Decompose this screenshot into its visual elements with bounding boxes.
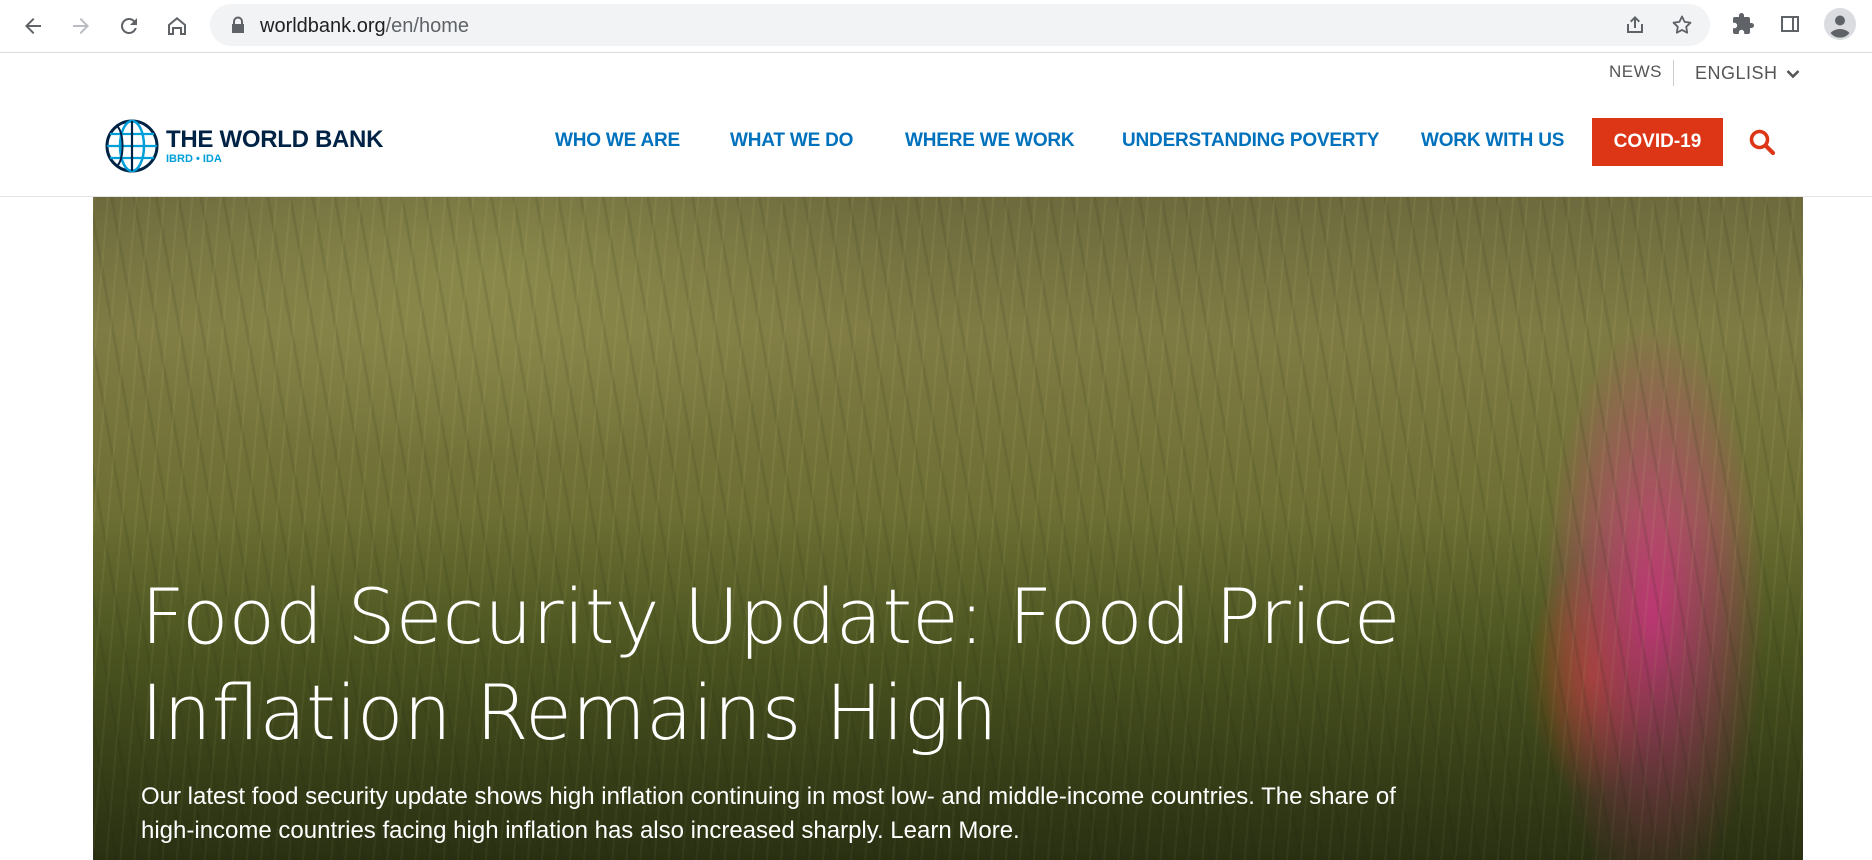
bookmark-star-icon[interactable] — [1670, 13, 1694, 37]
utility-bar: NEWS ENGLISH — [0, 52, 1872, 92]
reload-icon — [120, 17, 137, 34]
globe-logo-icon — [105, 119, 159, 173]
hero-title-line-1: Food Security Update: Food Price — [141, 572, 1401, 661]
hero-description: Our latest food security update shows hi… — [141, 780, 1521, 848]
hero-banner[interactable]: Food Security Update: Food Price Inflati… — [93, 197, 1803, 860]
hero-description-line-1: Our latest food security update shows hi… — [141, 783, 1396, 810]
home-icon — [168, 17, 186, 35]
reload-button[interactable] — [113, 10, 145, 42]
arrow-left-icon — [25, 18, 41, 34]
profile-avatar-icon[interactable] — [1824, 8, 1856, 40]
nav-where-we-work[interactable]: WHERE WE WORK — [905, 130, 1075, 152]
hero-description-line-2[interactable]: high-income countries facing high inflat… — [141, 814, 1521, 848]
nav-what-we-do[interactable]: WHAT WE DO — [730, 130, 853, 152]
browser-toolbar: worldbank.org/en/home — [0, 0, 1872, 53]
address-bar[interactable]: worldbank.org/en/home — [210, 4, 1710, 46]
language-selector[interactable]: ENGLISH — [1695, 63, 1800, 84]
url-path: /en/home — [385, 15, 470, 37]
url-text: worldbank.org/en/home — [260, 15, 469, 38]
forward-button[interactable] — [65, 10, 97, 42]
language-label: ENGLISH — [1695, 63, 1778, 83]
news-link[interactable]: NEWS — [1609, 62, 1662, 82]
utility-divider — [1673, 60, 1674, 86]
home-button[interactable] — [161, 10, 193, 42]
back-button[interactable] — [17, 10, 49, 42]
logo-title: THE WORLD BANK — [166, 125, 384, 153]
share-icon[interactable] — [1623, 13, 1647, 37]
covid-19-button[interactable]: COVID-19 — [1592, 118, 1723, 166]
extensions-puzzle-icon[interactable] — [1731, 12, 1755, 36]
lock-icon — [232, 16, 244, 33]
hero-title[interactable]: Food Security Update: Food Price Inflati… — [141, 569, 1441, 761]
nav-understanding-poverty[interactable]: UNDERSTANDING POVERTY — [1122, 130, 1379, 152]
hero-title-line-2: Inflation Remains High — [141, 668, 998, 757]
arrow-right-icon — [73, 18, 89, 34]
search-icon[interactable] — [1748, 128, 1776, 156]
site-header: THE WORLD BANK IBRD • IDA WHO WE ARE WHA… — [0, 92, 1872, 197]
logo-subtitle: IBRD • IDA — [166, 152, 222, 165]
world-bank-logo[interactable]: THE WORLD BANK IBRD • IDA — [104, 118, 383, 174]
url-domain: worldbank.org — [260, 15, 386, 37]
chevron-down-icon — [1786, 69, 1799, 78]
side-panel-icon[interactable] — [1778, 12, 1802, 36]
nav-work-with-us[interactable]: WORK WITH US — [1421, 130, 1564, 152]
nav-who-we-are[interactable]: WHO WE ARE — [555, 130, 680, 152]
